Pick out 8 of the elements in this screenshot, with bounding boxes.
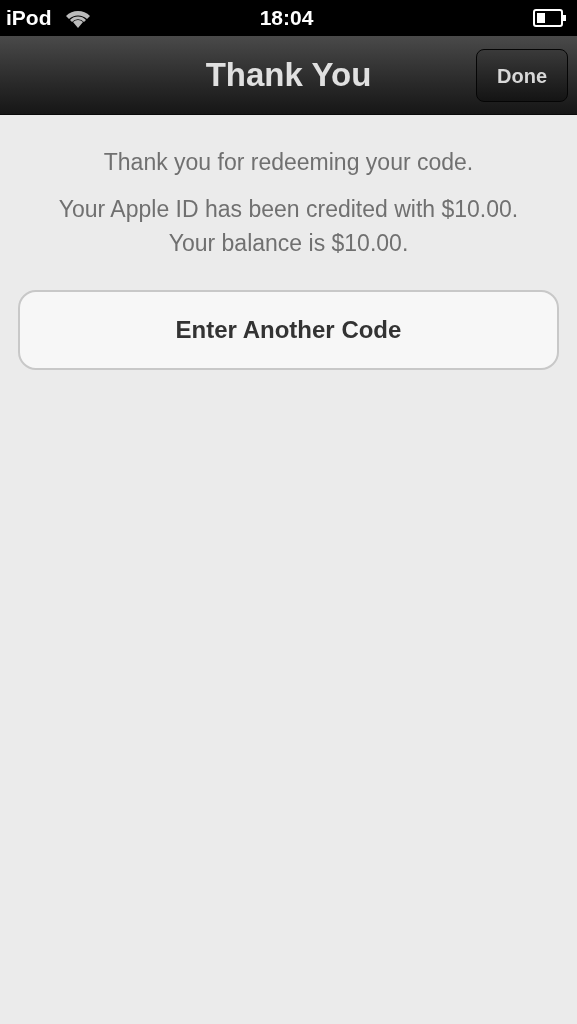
battery-icon [533,9,567,27]
message-text: Your Apple ID has been credited with $10.00. Your balance is $10.00. [57,195,520,258]
carrier-label: iPod [6,5,52,32]
message-text: Thank you for redeeming your code. [103,148,474,177]
enter-another-code-button[interactable]: Enter Another Code [18,290,559,370]
done-button[interactable]: Done [476,49,568,102]
page-title: Thank You [205,55,372,96]
clock-label: 18:04 [259,5,314,32]
